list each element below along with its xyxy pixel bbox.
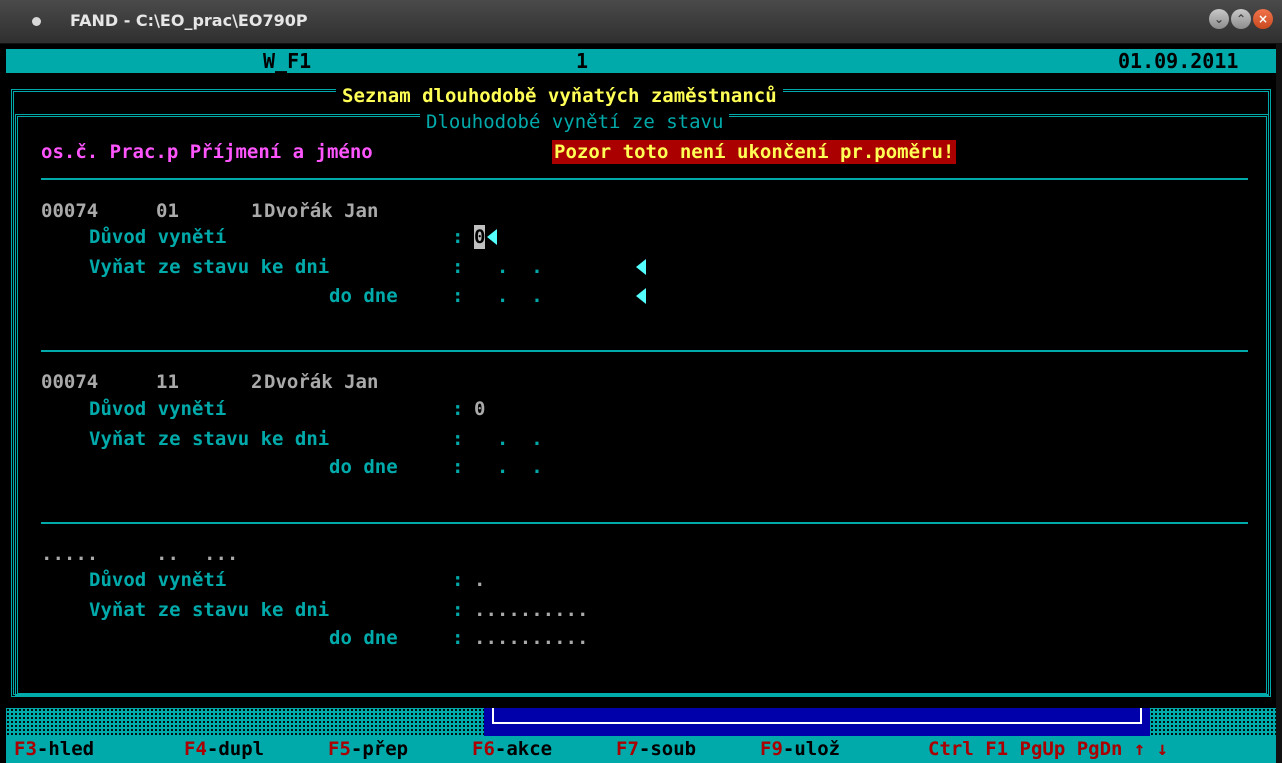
f4-duplicate-key[interactable]: F4-dupl: [184, 736, 264, 763]
reason-value[interactable]: 0: [474, 397, 485, 421]
to-date-value[interactable]: ..........: [474, 626, 588, 650]
colon: :: [452, 569, 464, 591]
minimize-icon[interactable]: ⌄: [1209, 9, 1229, 29]
from-date-value[interactable]: . .: [474, 427, 543, 451]
status-bar: W_F1 1 01.09.2011: [6, 49, 1276, 73]
dither-band-left: [6, 708, 484, 736]
record-name: Dvořák Jan: [264, 371, 379, 393]
record-name: Dvořák Jan: [264, 200, 379, 222]
window-edge: [1276, 44, 1282, 763]
from-label: Vyňat ze stavu ke dni: [89, 428, 330, 450]
field-end-arrow-icon: [636, 288, 646, 304]
record-id: 00074: [41, 371, 99, 393]
navigation-keys[interactable]: Ctrl F1 PgUp PgDn ↑ ↓: [928, 736, 1168, 763]
colon: :: [452, 599, 464, 621]
reason-input[interactable]: 0: [474, 225, 486, 249]
record-prac: 01: [156, 200, 179, 222]
record-num: 1: [251, 200, 263, 222]
f3-search-key[interactable]: F3-hled: [14, 736, 94, 763]
colon: :: [452, 627, 464, 649]
f6-actions-key[interactable]: F6-akce: [472, 736, 552, 763]
to-label: do dne: [329, 627, 398, 649]
record-num: 2: [251, 371, 263, 393]
record-id: 00074: [41, 200, 99, 222]
maximize-icon[interactable]: ⌃: [1231, 9, 1251, 29]
from-label: Vyňat ze stavu ke dni: [89, 599, 330, 621]
field-end-arrow-icon: [487, 229, 497, 245]
form-name: W_F1: [263, 49, 312, 73]
divider: [41, 178, 1248, 180]
reason-label: Důvod vynětí: [89, 226, 227, 248]
status-date: 01.09.2011: [1118, 49, 1239, 73]
divider: [41, 350, 1248, 352]
record-prac: ..: [156, 543, 179, 565]
window-menu-icon[interactable]: [32, 17, 41, 26]
colon: :: [452, 456, 464, 478]
dither-band-right: [1150, 708, 1276, 736]
to-label: do dne: [329, 456, 398, 478]
record-id: .....: [41, 543, 99, 565]
to-label: do dne: [329, 285, 398, 307]
field-end-arrow-icon: [636, 259, 646, 275]
message-area: [484, 708, 1150, 736]
colon: :: [452, 285, 464, 307]
page-title: Seznam dlouhodobě vyňatých zaměstnanců: [336, 84, 783, 108]
divider: [41, 522, 1248, 524]
section-title: Dlouhodobé vynětí ze stavu: [420, 110, 730, 134]
f7-file-key[interactable]: F7-soub: [616, 736, 696, 763]
window-title: FAND - C:\EO_prac\EO790P: [70, 11, 308, 30]
from-date-input[interactable]: . .: [474, 255, 543, 279]
window-titlebar: FAND - C:\EO_prac\EO790P ⌄ ⌃ ×: [0, 0, 1282, 44]
record-num: ...: [204, 543, 239, 565]
warning-badge: Pozor toto není ukončení pr.poměru!: [552, 140, 957, 164]
function-key-bar: F3-hled F4-dupl F5-přep F6-akce F7-soub …: [6, 736, 1276, 763]
f9-save-key[interactable]: F9-ulož: [760, 736, 840, 763]
colon: :: [452, 226, 464, 248]
from-label: Vyňat ze stavu ke dni: [89, 256, 330, 278]
reason-value[interactable]: .: [474, 568, 485, 592]
to-date-input[interactable]: . .: [474, 284, 543, 308]
f5-overwrite-key[interactable]: F5-přep: [328, 736, 408, 763]
colon: :: [452, 428, 464, 450]
record-prac: 11: [156, 371, 179, 393]
reason-label: Důvod vynětí: [89, 398, 227, 420]
close-icon[interactable]: ×: [1253, 9, 1273, 29]
page-number: 1: [576, 49, 589, 73]
colon: :: [452, 256, 464, 278]
reason-label: Důvod vynětí: [89, 569, 227, 591]
terminal-screen: W_F1 1 01.09.2011 Seznam dlouhodobě vyňa…: [6, 44, 1276, 763]
to-date-value[interactable]: . .: [474, 455, 543, 479]
from-date-value[interactable]: ..........: [474, 598, 588, 622]
column-headers: os.č. Prac.p Příjmení a jméno: [41, 141, 373, 163]
colon: :: [452, 398, 464, 420]
